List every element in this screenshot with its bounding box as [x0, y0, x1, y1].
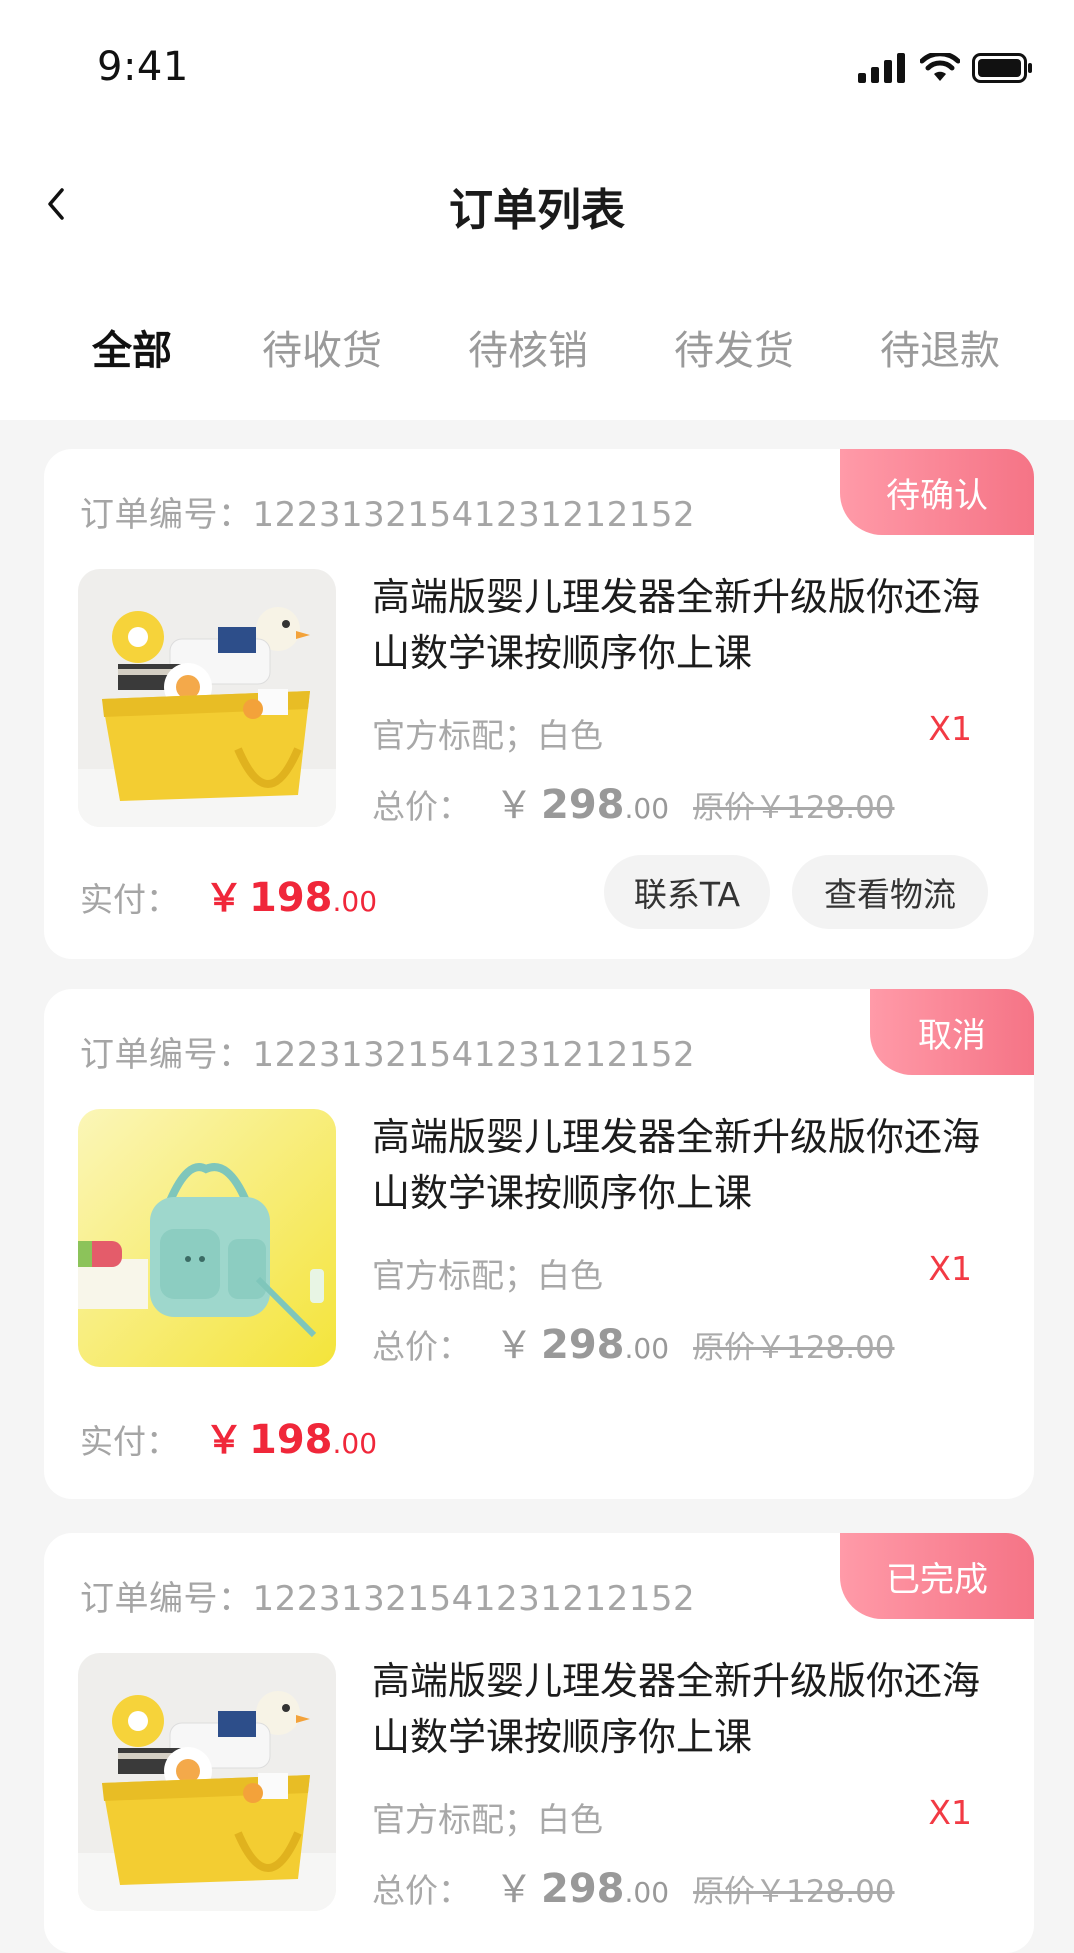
order-card[interactable]: 已完成 订单编号：12231321541231212152 高端版婴儿理发器全新… — [44, 1533, 1034, 1953]
total-price-label: 总价： — [372, 1871, 471, 1910]
product-thumbnail[interactable] — [78, 1109, 336, 1367]
paid-integer: 198 — [249, 875, 333, 921]
total-price-decimal: .00 — [624, 792, 670, 825]
total-price-integer: 298 — [541, 782, 625, 828]
order-number-value: 12231321541231212152 — [252, 1035, 696, 1075]
paid-price-row: 实付： ￥ 198 .00 — [80, 1409, 377, 1464]
paid-decimal: .00 — [332, 1427, 378, 1460]
wifi-icon — [920, 53, 960, 81]
order-status-badge: 取消 — [870, 989, 1034, 1075]
paid-label: 实付： — [80, 880, 179, 919]
paid-currency: ￥ — [205, 876, 244, 920]
total-price-integer: 298 — [541, 1866, 625, 1912]
order-status-badge: 待确认 — [840, 449, 1034, 535]
order-card[interactable]: 取消 订单编号：12231321541231212152 高端版婴儿理发器全新升… — [44, 989, 1034, 1499]
total-price-label: 总价： — [372, 1327, 471, 1366]
signal-icon — [858, 53, 905, 83]
tab-pending-verification[interactable]: 待核销 — [468, 318, 588, 376]
battery-icon — [972, 53, 1032, 83]
product-quantity: X1 — [928, 1249, 972, 1288]
product-thumbnail[interactable] — [78, 1653, 336, 1911]
status-time: 9:41 — [97, 44, 189, 90]
total-price-label: 总价： — [372, 787, 471, 826]
product-spec: 官方标配；白色 — [372, 1800, 603, 1839]
tab-pending-refund[interactable]: 待退款 — [880, 318, 1000, 376]
order-number: 订单编号：12231321541231212152 — [80, 1027, 695, 1076]
order-number-label: 订单编号： — [80, 495, 253, 535]
original-price: 原价￥128.00 — [693, 1874, 895, 1910]
tab-all[interactable]: 全部 — [92, 318, 172, 376]
product-title[interactable]: 高端版婴儿理发器全新升级版你还海山数学课按顺序你上课 — [372, 1653, 1002, 1765]
paid-decimal: .00 — [332, 885, 378, 918]
tab-pending-receipt[interactable]: 待收货 — [262, 318, 382, 376]
total-price-currency: ￥ — [495, 1323, 534, 1367]
order-card[interactable]: 待确认 订单编号：12231321541231212152 高端版婴儿理发器全新… — [44, 449, 1034, 959]
order-number-label: 订单编号： — [80, 1035, 253, 1075]
total-price-row: 总价： ￥ 298 .00 原价￥128.00 — [372, 774, 895, 829]
product-quantity: X1 — [928, 1793, 972, 1832]
product-spec: 官方标配；白色 — [372, 1256, 603, 1295]
total-price-row: 总价： ￥ 298 .00 原价￥128.00 — [372, 1314, 895, 1369]
total-price-decimal: .00 — [624, 1876, 670, 1909]
total-price-row: 总价： ￥ 298 .00 原价￥128.00 — [372, 1858, 895, 1913]
product-title[interactable]: 高端版婴儿理发器全新升级版你还海山数学课按顺序你上课 — [372, 569, 1002, 681]
yellow-diaper-caddy-image — [78, 569, 336, 827]
total-price-currency: ￥ — [495, 1867, 534, 1911]
product-quantity: X1 — [928, 709, 972, 748]
total-price-currency: ￥ — [495, 783, 534, 827]
product-spec: 官方标配；白色 — [372, 716, 603, 755]
order-number: 订单编号：12231321541231212152 — [80, 1571, 695, 1620]
order-number-value: 12231321541231212152 — [252, 1579, 696, 1619]
page-title: 订单列表 — [449, 185, 625, 236]
status-bar: 9:41 — [0, 0, 1074, 140]
paid-integer: 198 — [249, 1417, 333, 1463]
nav-bar: 订单列表 — [0, 140, 1074, 270]
order-number: 订单编号：12231321541231212152 — [80, 487, 695, 536]
product-thumbnail[interactable] — [78, 569, 336, 827]
view-logistics-button[interactable]: 查看物流 — [792, 855, 988, 929]
status-icons — [858, 48, 1034, 88]
total-price-decimal: .00 — [624, 1332, 670, 1365]
order-number-label: 订单编号： — [80, 1579, 253, 1619]
product-title[interactable]: 高端版婴儿理发器全新升级版你还海山数学课按顺序你上课 — [372, 1109, 1002, 1221]
total-price-integer: 298 — [541, 1322, 625, 1368]
paid-price-row: 实付： ￥ 198 .00 — [80, 867, 377, 922]
yellow-diaper-caddy-image — [78, 1653, 336, 1911]
order-number-value: 12231321541231212152 — [252, 495, 696, 535]
order-tabs: 全部 待收货 待核销 待发货 待退款 — [0, 300, 1074, 400]
mint-diaper-bag-image — [78, 1109, 336, 1367]
paid-currency: ￥ — [205, 1418, 244, 1462]
original-price: 原价￥128.00 — [693, 790, 895, 826]
contact-seller-button[interactable]: 联系TA — [604, 855, 770, 929]
tab-pending-shipment[interactable]: 待发货 — [674, 318, 794, 376]
original-price: 原价￥128.00 — [693, 1330, 895, 1366]
header-area: 9:41 订单列表 全部 待收货 待核销 待发货 待退款 — [0, 0, 1074, 420]
paid-label: 实付： — [80, 1422, 179, 1461]
order-status-badge: 已完成 — [840, 1533, 1034, 1619]
